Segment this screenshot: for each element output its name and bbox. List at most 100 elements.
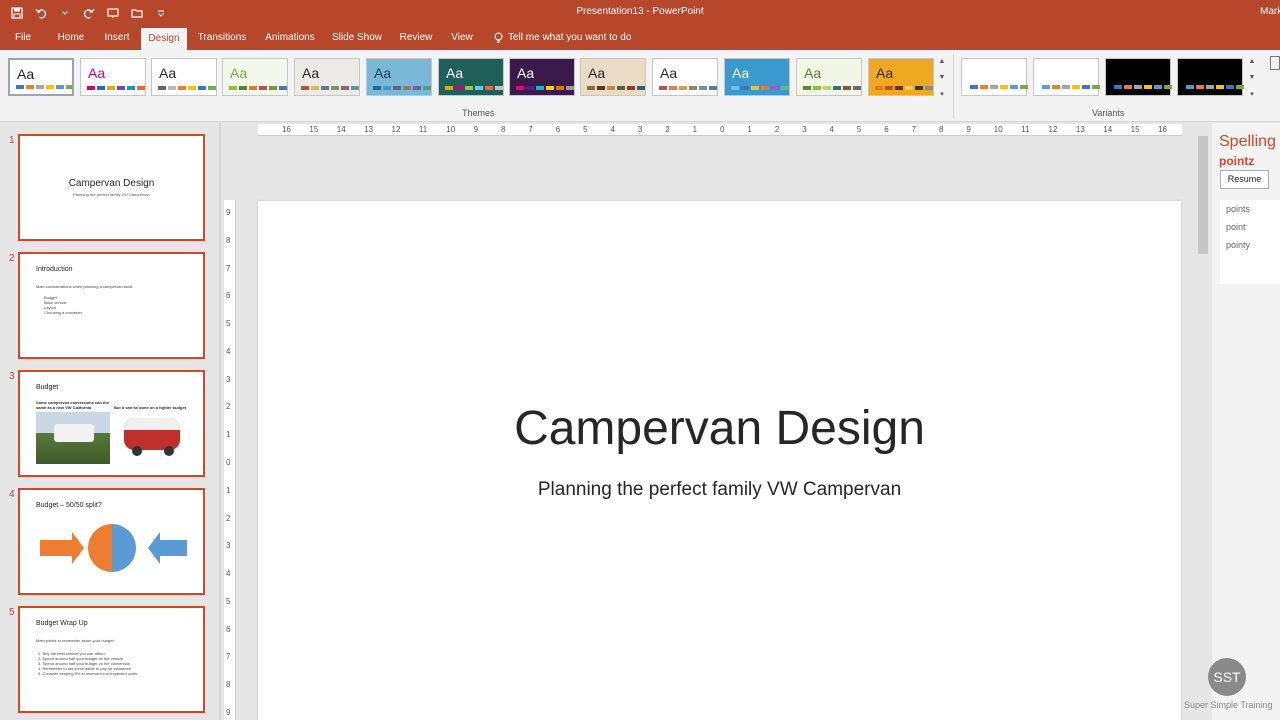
color-swatch [925,86,933,90]
scroll-down-icon[interactable]: ▼ [1249,74,1256,81]
more-icon[interactable]: ▾ [1250,90,1254,98]
slide-subtitle[interactable]: Planning the perfect family VW Campervan [258,479,1181,501]
tab-animations[interactable]: Animations [262,26,318,50]
color-swatch [771,86,779,90]
more-icon[interactable]: ▾ [940,90,944,98]
thumb-body-text: Main points to remember about your budge… [36,638,115,643]
color-swatch [16,85,24,89]
tab-review[interactable]: Review [397,26,435,50]
theme-retrospect[interactable]: Aa [294,58,360,96]
slide-size-button[interactable] [1270,56,1280,106]
variant-3[interactable] [1105,58,1172,96]
color-swatch [1072,85,1080,89]
thumb-photo-van [36,412,110,464]
theme-slice[interactable]: Aa [796,58,862,96]
theme-preview-glyph: Aa [302,65,320,81]
thumb-split-diagram [40,524,187,572]
vertical-ruler[interactable]: 9 8 7 6 5 4 3 2 1 0 1 2 3 4 5 6 7 8 9 [224,200,236,720]
variants-gallery-scroll[interactable]: ▲ ▼ ▾ [1246,58,1258,98]
color-swatch [259,86,267,90]
thumb-title: Budget [36,384,59,391]
variant-color-swatches [970,85,1028,89]
tab-home[interactable]: Home [52,26,90,50]
theme-preview-glyph: Aa [732,65,750,81]
scroll-down-icon[interactable]: ▼ [939,74,946,81]
slide-number: 3 [9,371,15,382]
tab-view[interactable]: View [448,26,476,50]
theme-office[interactable]: Aa [8,58,74,96]
ruler-tick-label: 4 [829,125,834,134]
tab-design[interactable]: Design [141,28,187,52]
tab-slide-show[interactable]: Slide Show [331,26,383,50]
color-swatch [1124,85,1132,89]
theme-wisp[interactable]: Aa [222,58,288,96]
themes-gallery-scroll[interactable]: ▲ ▼ ▾ [936,58,948,98]
color-swatch [823,86,831,90]
scrollbar-thumb[interactable] [1198,136,1208,254]
ruler-tick-label: 2 [226,513,231,523]
color-swatch [46,85,54,89]
theme-vapor-trail[interactable]: Aa [509,58,575,96]
theme-color-swatches [659,86,717,90]
ruler-tick-label: 16 [1158,125,1167,134]
theme-savon[interactable]: Aa [652,58,718,96]
slide-canvas[interactable]: Campervan Design Planning the perfect fa… [258,201,1181,720]
ruler-tick-label: 8 [226,235,231,245]
user-name[interactable]: Mark [1260,6,1280,17]
variant-1[interactable] [961,58,1028,96]
color-swatch [351,86,359,90]
slide-thumbnail-3[interactable]: Budget Some campervan conversions can th… [18,370,205,477]
theme-ion-boardroom[interactable]: Aa [438,58,504,96]
color-swatch [1062,85,1070,89]
slide-thumbnail-1[interactable]: Campervan Design Planning the perfect fa… [18,134,205,241]
variant-color-swatches [1042,85,1100,89]
tell-me-box[interactable]: Tell me what you want to do [494,26,631,50]
ruler-tick-label: 7 [528,125,533,134]
slide-thumbnail-2[interactable]: Introduction Main considerations when pl… [18,252,205,359]
color-swatch [689,86,697,90]
slide-thumbnail-4[interactable]: Budget – 50/50 split? [18,488,205,595]
suggestion-item[interactable]: pointy [1220,236,1280,254]
variant-4[interactable] [1177,58,1244,96]
resume-button[interactable]: Resume [1220,170,1269,189]
thumb-title: Campervan Design [68,178,155,189]
suggestion-item[interactable]: points [1220,200,1280,218]
theme-berlin[interactable]: Aa [868,58,934,96]
color-swatch [331,86,339,90]
suggestion-item[interactable]: point [1220,218,1280,236]
color-swatch [107,86,115,90]
slide-thumbnail-5[interactable]: Budget Wrap Up Main points to remember a… [18,606,205,713]
pane-splitter[interactable] [219,123,221,720]
theme-preview-glyph: Aa [588,65,606,81]
scroll-up-icon[interactable]: ▲ [1249,58,1256,65]
color-swatch [26,85,34,89]
variant-color-swatches [1186,85,1244,89]
color-swatch [597,86,605,90]
theme-facet[interactable]: Aa [151,58,217,96]
themes-group-label: Themes [462,108,495,118]
color-swatch [475,86,483,90]
tab-file[interactable]: File [8,26,38,50]
ruler-tick-label: 4 [226,346,231,356]
ruler-tick-label: 15 [309,125,319,134]
lightbulb-icon [494,32,503,43]
scroll-up-icon[interactable]: ▲ [939,58,946,65]
thumb-subtitle: Planning the perfect family VW Campervan [73,192,150,197]
color-swatch [637,86,645,90]
theme-dividend[interactable]: Aa [366,58,432,96]
ruler-tick-label: 1 [692,125,698,134]
color-swatch [465,86,473,90]
theme-preview-glyph: Aa [876,65,894,81]
theme-organic[interactable]: Aa [580,58,646,96]
tab-transitions[interactable]: Transitions [196,26,248,50]
slide-number: 1 [9,135,15,146]
slide-title[interactable]: Campervan Design [258,401,1181,456]
color-swatch [117,86,125,90]
horizontal-ruler[interactable]: 16 15 14 13 12 11 10 9 8 7 6 5 4 3 2 1 0 1 2 3 4 5 6 7 8 9 10 11 12 1… [258,124,1182,136]
theme-mesh[interactable]: Aa [724,58,790,96]
theme-ion[interactable]: Aa [80,58,146,96]
tab-insert[interactable]: Insert [100,26,134,50]
variant-2[interactable] [1033,58,1100,96]
color-swatch [341,86,349,90]
ruler-tick-label: 1 [226,485,231,495]
